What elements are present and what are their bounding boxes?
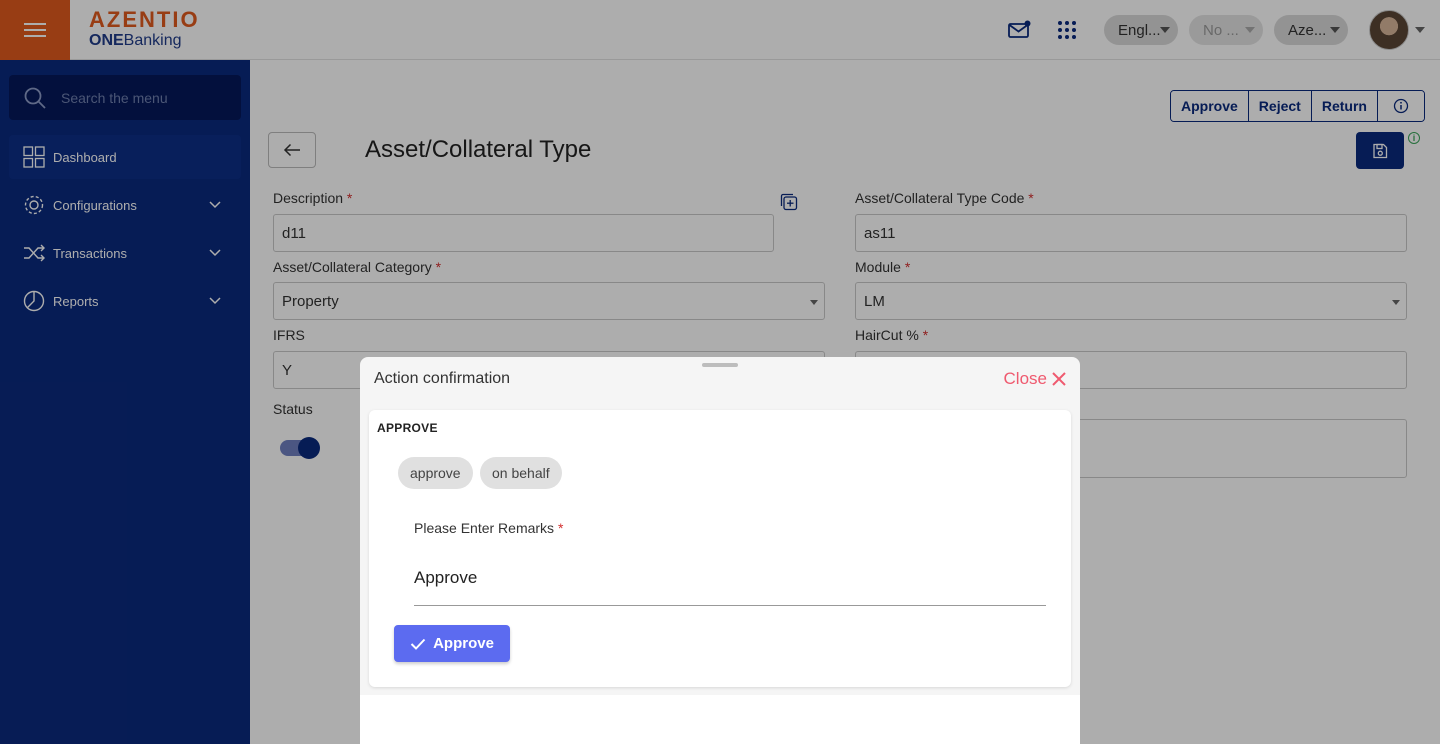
chip-on-behalf[interactable]: on behalf (480, 457, 562, 489)
drag-handle[interactable] (702, 363, 738, 367)
approve-submit-label: Approve (433, 635, 494, 652)
approve-submit-button[interactable]: Approve (394, 625, 510, 662)
dialog-footer-area (360, 695, 1080, 744)
card-heading: APPROVE (377, 421, 438, 435)
approve-card: APPROVE approve on behalf Please Enter R… (369, 410, 1071, 687)
remarks-label: Please Enter Remarks * (414, 520, 563, 536)
remarks-input[interactable] (414, 550, 1046, 606)
close-icon (1052, 372, 1066, 386)
chip-approve[interactable]: approve (398, 457, 473, 489)
required-marker: * (557, 520, 564, 536)
close-button[interactable]: Close (1004, 369, 1066, 389)
dialog-title: Action confirmation (374, 370, 511, 387)
check-icon (410, 638, 426, 650)
remarks-label-text: Please Enter Remarks (414, 520, 555, 536)
close-label: Close (1003, 369, 1047, 388)
action-confirmation-dialog: Action confirmation Close APPROVE approv… (360, 357, 1080, 744)
